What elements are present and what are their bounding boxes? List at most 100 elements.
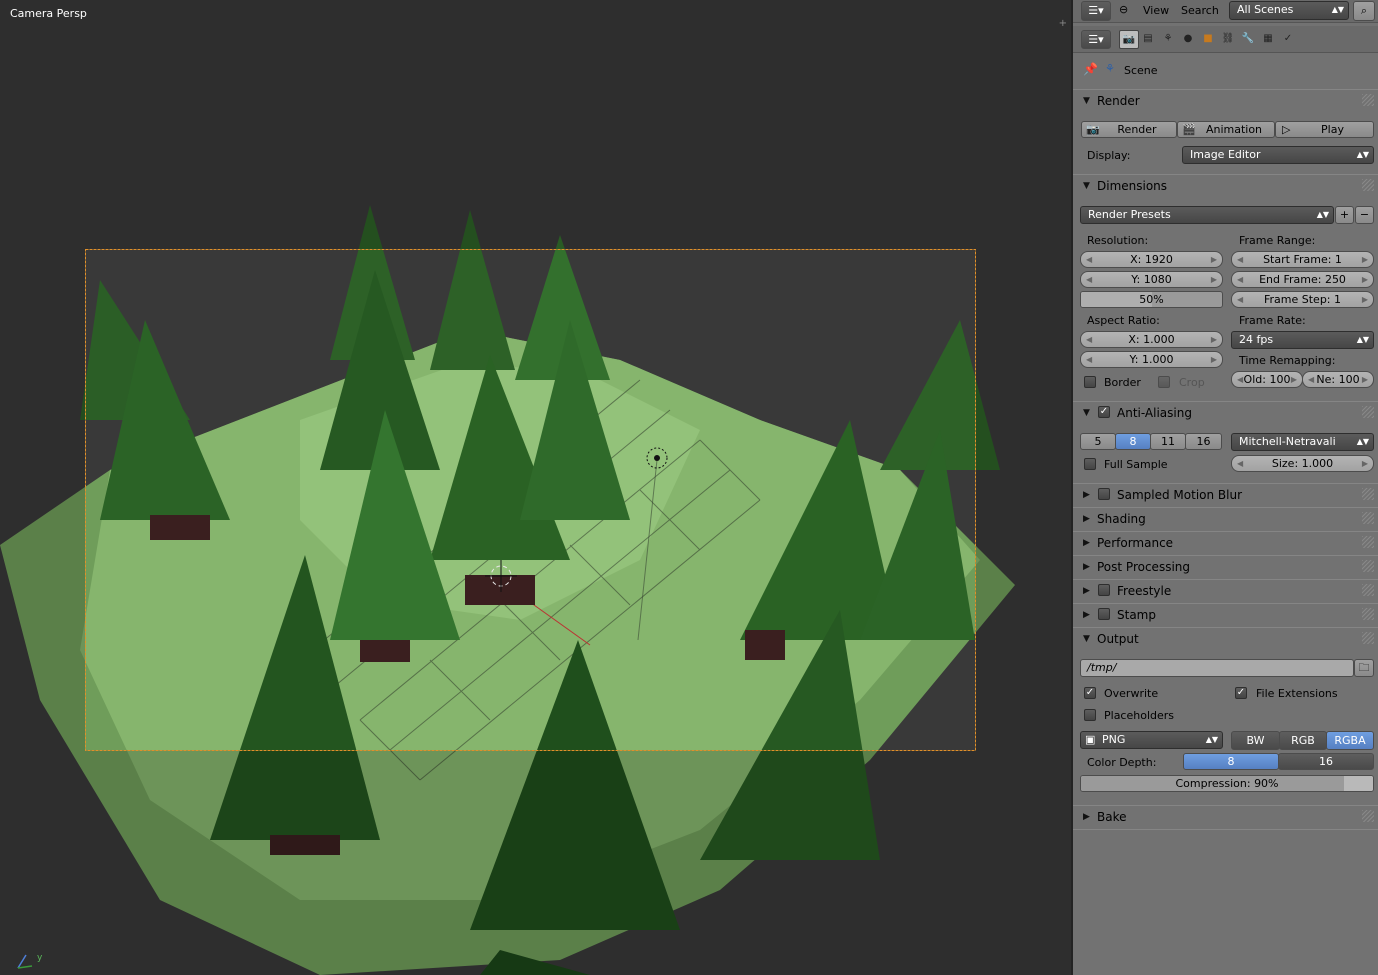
- pin-icon[interactable]: 📌: [1083, 62, 1098, 76]
- panel-grip-icon[interactable]: [1362, 179, 1374, 191]
- aa-samples-8[interactable]: 8: [1115, 433, 1151, 450]
- collapsed-triangle-icon: ▶: [1083, 610, 1090, 620]
- viewport-corner-icon[interactable]: +: [1059, 18, 1067, 29]
- resolution-percentage-slider[interactable]: 50%: [1080, 291, 1223, 308]
- border-label: Border: [1104, 376, 1141, 389]
- color-depth-16[interactable]: 16: [1278, 753, 1374, 770]
- file-format-select[interactable]: ▣ PNG ▲▼: [1080, 731, 1223, 749]
- aa-filter-select[interactable]: Mitchell-Netravali ▲▼: [1231, 433, 1374, 451]
- aa-size-field[interactable]: ◀ Size: 1.000 ▶: [1231, 455, 1374, 472]
- performance-panel-header[interactable]: ▶ Performance: [1073, 531, 1378, 554]
- scene-icon: ⚘: [1105, 62, 1115, 75]
- frame-step-field[interactable]: ◀ Frame Step: 1 ▶: [1231, 291, 1374, 308]
- antialiasing-checkbox[interactable]: ✓: [1098, 406, 1110, 418]
- overwrite-checkbox[interactable]: ✓: [1084, 687, 1096, 699]
- placeholders-label: Placeholders: [1104, 709, 1175, 722]
- motion-blur-checkbox[interactable]: [1098, 488, 1110, 500]
- render-button[interactable]: 📷 Render: [1081, 121, 1177, 138]
- border-checkbox[interactable]: [1084, 376, 1096, 388]
- full-sample-checkbox[interactable]: [1084, 458, 1096, 470]
- color-depth-8[interactable]: 8: [1183, 753, 1279, 770]
- panel-grip-icon[interactable]: [1362, 406, 1374, 418]
- panel-grip-icon[interactable]: [1362, 608, 1374, 620]
- render-tab-icon[interactable]: 📷: [1119, 30, 1139, 49]
- color-mode-bw[interactable]: BW: [1231, 731, 1280, 750]
- scene-tab-icon[interactable]: ⚘: [1159, 30, 1177, 47]
- frame-rate-select[interactable]: 24 fps ▲▼: [1231, 331, 1374, 349]
- compression-slider[interactable]: Compression: 90%: [1080, 775, 1374, 792]
- scenes-select[interactable]: All Scenes ▲▼: [1229, 1, 1349, 20]
- remap-new-field[interactable]: ◀ Ne: 100 ▶: [1302, 371, 1374, 388]
- object-tab-icon[interactable]: ■: [1199, 30, 1217, 47]
- end-frame-field[interactable]: ◀ End Frame: 250 ▶: [1231, 271, 1374, 288]
- modifiers-tab-icon[interactable]: 🔧: [1239, 30, 1257, 47]
- aspect-x-field[interactable]: ◀ X: 1.000 ▶: [1080, 331, 1223, 348]
- full-sample-label: Full Sample: [1104, 458, 1168, 471]
- render-panel-header[interactable]: ▼ Render: [1073, 89, 1378, 112]
- frame-range-label: Frame Range:: [1239, 234, 1316, 247]
- display-select[interactable]: Image Editor ▲▼: [1182, 146, 1374, 164]
- resolution-x-field[interactable]: ◀ X: 1920 ▶: [1080, 251, 1223, 268]
- crop-checkbox[interactable]: [1158, 376, 1170, 388]
- panel-grip-icon[interactable]: [1362, 632, 1374, 644]
- post-processing-panel-header[interactable]: ▶ Post Processing: [1073, 555, 1378, 578]
- panel-grip-icon[interactable]: [1362, 512, 1374, 524]
- aspect-ratio-label: Aspect Ratio:: [1087, 314, 1160, 327]
- play-button[interactable]: ▷ Play: [1275, 121, 1374, 138]
- 3d-viewport[interactable]: Camera Persp y +: [0, 0, 1071, 975]
- browse-folder-button[interactable]: 🗀: [1354, 659, 1374, 677]
- resolution-y-field[interactable]: ◀ Y: 1080 ▶: [1080, 271, 1223, 288]
- start-frame-field[interactable]: ◀ Start Frame: 1 ▶: [1231, 251, 1374, 268]
- color-depth-label: Color Depth:: [1087, 756, 1157, 769]
- panel-grip-icon[interactable]: [1362, 536, 1374, 548]
- world-tab-icon[interactable]: ●: [1179, 30, 1197, 47]
- antialiasing-panel-header[interactable]: ▼ ✓ Anti-Aliasing: [1073, 401, 1378, 424]
- physics-tab-icon[interactable]: ✓: [1279, 30, 1297, 47]
- constraints-tab-icon[interactable]: ⛓: [1219, 30, 1237, 47]
- freestyle-checkbox[interactable]: [1098, 584, 1110, 596]
- color-mode-rgb[interactable]: RGB: [1279, 731, 1327, 750]
- aa-samples-5[interactable]: 5: [1080, 433, 1116, 450]
- scene-context-label: Scene: [1124, 64, 1158, 77]
- panel-grip-icon[interactable]: [1362, 584, 1374, 596]
- aa-samples-16[interactable]: 16: [1185, 433, 1222, 450]
- texture-tab-icon[interactable]: ▦: [1259, 30, 1277, 47]
- render-presets-select[interactable]: Render Presets ▲▼: [1080, 206, 1334, 224]
- properties-editor-type-button[interactable]: ☰▾: [1081, 30, 1111, 49]
- placeholders-checkbox[interactable]: [1084, 709, 1096, 721]
- search-button[interactable]: ⌕: [1353, 1, 1375, 21]
- animation-button[interactable]: 🎬 Animation: [1177, 121, 1275, 138]
- menu-search[interactable]: Search: [1181, 4, 1219, 17]
- editor-type-button[interactable]: ☰▾: [1081, 1, 1111, 21]
- render-layers-tab-icon[interactable]: ▤: [1139, 30, 1157, 47]
- panel-grip-icon[interactable]: [1362, 560, 1374, 572]
- bake-panel-header[interactable]: ▶ Bake: [1073, 805, 1378, 828]
- aspect-y-field[interactable]: ◀ Y: 1.000 ▶: [1080, 351, 1223, 368]
- menu-view[interactable]: View: [1143, 4, 1169, 17]
- freestyle-panel-header[interactable]: ▶ Freestyle: [1073, 579, 1378, 602]
- add-preset-button[interactable]: +: [1335, 206, 1354, 224]
- remove-preset-button[interactable]: −: [1355, 206, 1374, 224]
- panel-grip-icon[interactable]: [1362, 810, 1374, 822]
- dimensions-panel-header[interactable]: ▼ Dimensions: [1073, 174, 1378, 197]
- collapse-menu-icon[interactable]: ⊖: [1119, 3, 1128, 16]
- shading-panel-header[interactable]: ▶ Shading: [1073, 507, 1378, 530]
- display-label: Display:: [1087, 149, 1131, 162]
- color-mode-rgba[interactable]: RGBA: [1326, 731, 1374, 750]
- file-extensions-checkbox[interactable]: ✓: [1235, 687, 1247, 699]
- motion-blur-panel-header[interactable]: ▶ Sampled Motion Blur: [1073, 483, 1378, 506]
- aa-samples-11[interactable]: 11: [1150, 433, 1186, 450]
- remap-old-field[interactable]: ◀ Old: 100 ▶: [1231, 371, 1303, 388]
- stamp-panel-header[interactable]: ▶ Stamp: [1073, 603, 1378, 626]
- output-panel-header[interactable]: ▼ Output: [1073, 627, 1378, 650]
- output-path-input[interactable]: /tmp/: [1080, 659, 1354, 677]
- editor-type-icon: ☰▾: [1088, 33, 1104, 46]
- arrow-left-icon: ◀: [1237, 275, 1244, 284]
- search-icon: ⌕: [1360, 4, 1368, 17]
- panel-grip-icon[interactable]: [1362, 94, 1374, 106]
- arrow-right-icon: ▶: [1210, 355, 1217, 364]
- panel-grip-icon[interactable]: [1362, 488, 1374, 500]
- stamp-checkbox[interactable]: [1098, 608, 1110, 620]
- plus-icon: +: [1339, 208, 1350, 221]
- dropdown-arrow-icon: ▲▼: [1356, 150, 1369, 159]
